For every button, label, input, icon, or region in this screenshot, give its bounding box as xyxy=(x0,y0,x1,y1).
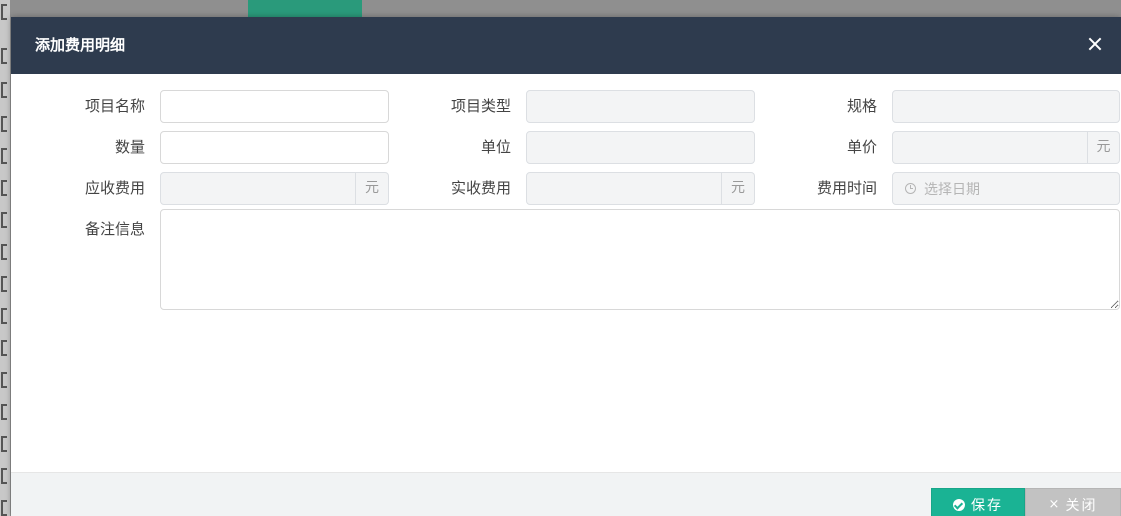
row-marker xyxy=(1,436,7,452)
spec-label: 规格 xyxy=(846,97,877,115)
actual-fee-currency-addon: 元 xyxy=(722,172,755,205)
dialog-title: 添加费用明细 xyxy=(35,36,126,54)
remarks-textarea[interactable] xyxy=(160,209,1120,310)
add-fee-detail-dialog: 添加费用明细 项目名称 项目类型 规格 数量 单位 单价 元 应收费用 元 实收… xyxy=(11,17,1121,516)
spec-input xyxy=(892,90,1120,123)
save-button-label: 保存 xyxy=(971,497,1003,514)
row-marker xyxy=(1,82,7,98)
quantity-label: 数量 xyxy=(114,138,145,156)
actual-fee-label: 实收费用 xyxy=(450,179,511,197)
dialog-footer: 保存 × 关闭 xyxy=(11,472,1121,516)
clock-icon xyxy=(905,183,916,194)
item-name-label: 项目名称 xyxy=(84,97,145,115)
save-button[interactable]: 保存 xyxy=(931,488,1025,516)
fee-time-placeholder: 选择日期 xyxy=(924,181,980,198)
receivable-fee-label: 应收费用 xyxy=(84,179,145,197)
item-name-input[interactable] xyxy=(160,90,389,123)
fee-time-date-picker[interactable]: 选择日期 xyxy=(892,172,1120,205)
row-marker xyxy=(1,116,7,132)
quantity-input[interactable] xyxy=(160,131,389,164)
row-marker xyxy=(1,372,7,388)
row-marker xyxy=(1,276,7,292)
row-marker xyxy=(1,180,7,196)
row-marker xyxy=(1,340,7,356)
actual-fee-group: 元 xyxy=(526,172,755,205)
item-type-input xyxy=(526,90,755,123)
fee-time-label: 费用时间 xyxy=(816,179,877,197)
row-marker xyxy=(1,468,7,484)
receivable-fee-currency-addon: 元 xyxy=(356,172,389,205)
item-type-label: 项目类型 xyxy=(450,97,511,115)
check-circle-icon xyxy=(953,498,965,511)
row-marker xyxy=(1,308,7,324)
row-marker xyxy=(1,48,7,64)
receivable-fee-group: 元 xyxy=(160,172,389,205)
row-marker xyxy=(1,500,7,516)
unit-input xyxy=(526,131,755,164)
unit-price-group: 元 xyxy=(892,131,1120,164)
row-marker xyxy=(1,4,7,20)
remarks-label: 备注信息 xyxy=(84,220,145,238)
unit-price-currency-addon: 元 xyxy=(1088,131,1120,164)
close-button-label: 关闭 xyxy=(1065,497,1098,514)
receivable-fee-input xyxy=(160,172,356,205)
unit-label: 单位 xyxy=(480,138,511,156)
dialog-header: 添加费用明细 xyxy=(11,17,1121,74)
actual-fee-input xyxy=(526,172,722,205)
row-marker xyxy=(1,148,7,164)
row-marker xyxy=(1,244,7,260)
unit-price-label: 单价 xyxy=(846,138,877,156)
row-marker xyxy=(1,212,7,228)
times-icon: × xyxy=(1048,497,1060,512)
unit-price-input xyxy=(892,131,1088,164)
close-icon[interactable] xyxy=(1085,31,1105,57)
close-button[interactable]: × 关闭 xyxy=(1025,488,1121,516)
row-marker xyxy=(1,404,7,420)
background-row-markers xyxy=(0,0,10,516)
